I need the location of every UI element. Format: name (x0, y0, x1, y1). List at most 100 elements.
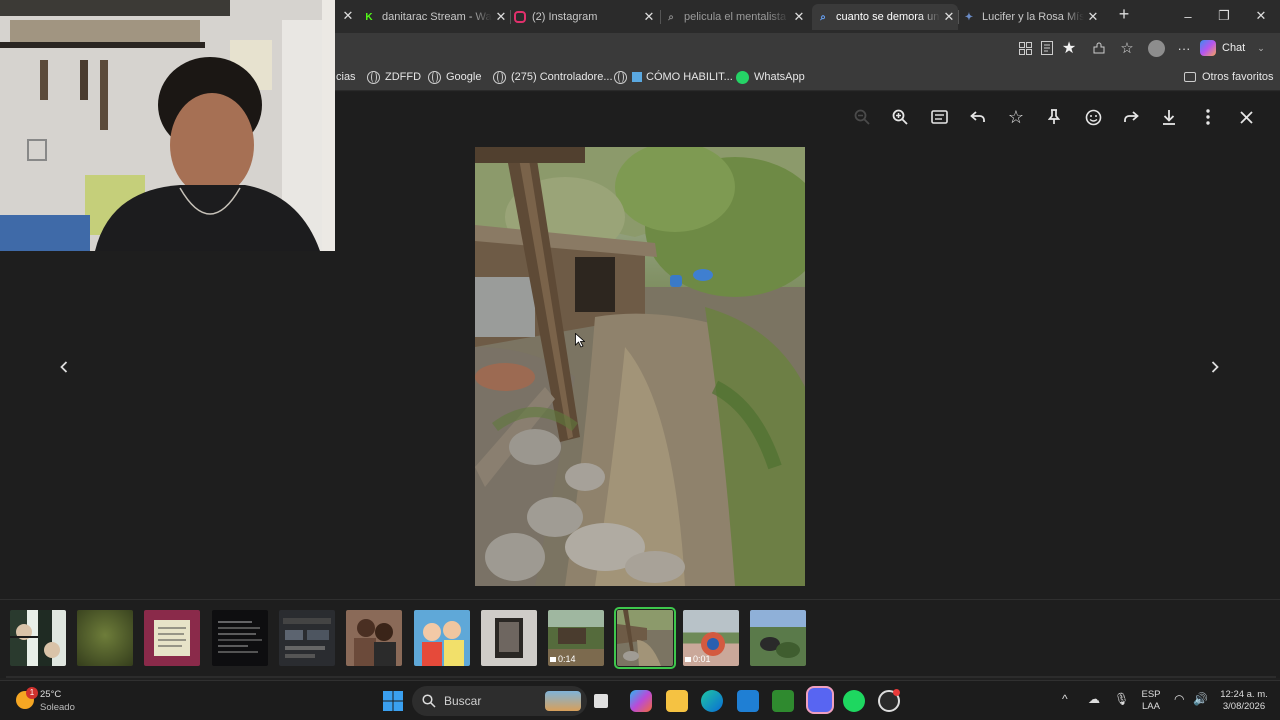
clock[interactable]: 12:24 a. m. 3/08/2026 (1216, 689, 1272, 713)
microphone-icon[interactable]: 🎙 (1114, 693, 1129, 705)
tab-close-icon[interactable]: ✕ (1084, 9, 1102, 25)
reply-icon[interactable] (967, 106, 989, 128)
weather-widget[interactable]: 1 25°C Soleado (14, 687, 114, 715)
extensions-icon[interactable] (1090, 39, 1108, 57)
bookmark-cias[interactable]: cias (336, 69, 356, 85)
thumbnail[interactable] (414, 610, 470, 666)
tab-kick-stream[interactable]: K danitarac Stream - Watc ✕ (362, 4, 510, 30)
weather-temperature: 25°C (40, 689, 62, 700)
minimize-button[interactable]: – (1170, 0, 1206, 32)
thumbnail[interactable] (279, 610, 335, 666)
weather-badge: 1 (26, 687, 38, 699)
favorites-icon[interactable]: ☆ (1118, 39, 1136, 57)
file-explorer-icon[interactable] (666, 690, 688, 712)
bookmark-whatsapp[interactable]: WhatsApp (736, 69, 805, 85)
copilot-icon (1200, 40, 1216, 56)
tab-close-icon[interactable]: ✕ (940, 9, 958, 25)
bookmark-zdffd[interactable]: ZDFFD (367, 69, 421, 85)
more-icon[interactable]: ··· (1175, 39, 1193, 57)
tab-close-icon[interactable]: ✕ (492, 9, 510, 25)
next-image-button[interactable] (1203, 355, 1227, 379)
thumbnail[interactable] (346, 610, 402, 666)
language-indicator[interactable]: ESP LAA (1138, 689, 1164, 713)
chevron-down-icon: ⌄ (1257, 42, 1265, 53)
tab-lucifer[interactable]: ✦ Lucifer y la Rosa Mística ✕ (962, 4, 1102, 30)
bookmark-como-habilitar[interactable]: CÓMO HABILIT... (614, 69, 733, 85)
more-vertical-icon[interactable] (1197, 106, 1219, 128)
new-tab-button[interactable]: + (1114, 4, 1134, 28)
thumbnail-video[interactable]: 0:01 (683, 610, 739, 666)
other-favorites-button[interactable]: Otros favoritos (1184, 69, 1274, 85)
profile-icon[interactable] (1147, 39, 1165, 57)
task-view-icon[interactable] (594, 694, 608, 708)
video-duration-badge: 0:14 (550, 654, 576, 664)
kick-icon: K (365, 11, 373, 23)
thumbnail-strip: 0:14 0:01 (0, 599, 1280, 678)
search-icon (422, 694, 436, 708)
folder-icon (1184, 72, 1196, 82)
volume-icon[interactable]: 🔊 (1193, 693, 1208, 705)
main-photo (475, 147, 805, 586)
thumbnail-scrollbar[interactable] (6, 676, 1276, 678)
show-hidden-icons-chevron[interactable]: ^ (1062, 693, 1068, 705)
thumbnail-video[interactable]: 0:14 (548, 610, 604, 666)
tab-close-button-partial[interactable]: ✕ (340, 8, 356, 24)
search-highlight-image (545, 691, 581, 711)
zoom-out-icon[interactable] (851, 106, 873, 128)
spotify-icon[interactable] (843, 690, 865, 712)
apps-icon[interactable] (1016, 39, 1034, 57)
caption-icon[interactable] (928, 106, 950, 128)
zoom-in-icon[interactable] (889, 106, 911, 128)
tab-close-icon[interactable]: ✕ (640, 9, 658, 25)
thumbnail[interactable] (212, 610, 268, 666)
mouse-cursor-icon (575, 332, 586, 353)
obs-recording-dot (893, 689, 900, 696)
previous-image-button[interactable] (52, 355, 76, 379)
minecraft-icon[interactable] (772, 690, 794, 712)
thumbnail[interactable] (144, 610, 200, 666)
edge-icon[interactable] (701, 690, 723, 712)
star-icon[interactable]: ☆ (1005, 106, 1027, 128)
tab-cuanto-search[interactable]: ⌕ cuanto se demora una p ✕ (812, 4, 958, 30)
video-duration-badge: 0:01 (685, 654, 711, 664)
forward-icon[interactable] (1120, 106, 1142, 128)
microsoft-store-icon[interactable] (737, 690, 759, 712)
close-icon[interactable] (1235, 106, 1257, 128)
bookmark-controladores[interactable]: (275) Controladore... (493, 69, 613, 85)
start-button[interactable] (382, 690, 404, 712)
wifi-icon[interactable]: ◠ (1174, 693, 1184, 705)
whatsapp-icon (736, 70, 749, 84)
tab-pelicula-search[interactable]: ⌕ pelicula el mentalista - B ✕ (664, 4, 808, 30)
star-icon: ✦ (964, 11, 974, 23)
webcam-overlay (0, 0, 335, 251)
discord-icon[interactable] (806, 686, 834, 714)
close-window-button[interactable]: ✕ (1243, 0, 1279, 32)
bookmark-google[interactable]: Google (428, 69, 481, 85)
cloud-sync-icon[interactable]: ☁ (1088, 693, 1100, 705)
globe-icon (493, 70, 506, 84)
globe-icon (428, 70, 441, 84)
search-icon: ⌕ (668, 11, 674, 23)
thumbnail-selected[interactable] (614, 607, 676, 669)
globe-icon (367, 70, 380, 84)
weather-description: Soleado (40, 702, 75, 713)
thumbnail[interactable] (10, 610, 66, 666)
windows-taskbar: 1 25°C Soleado Buscar ^ ☁ 🎙 ESP LAA ◠ 🔊 … (0, 680, 1280, 720)
globe-icon (614, 70, 627, 84)
reader-icon[interactable] (1038, 39, 1056, 57)
favorite-star-icon[interactable]: ★ (1060, 39, 1078, 57)
download-icon[interactable] (1158, 106, 1180, 128)
tab-close-icon[interactable]: ✕ (790, 9, 808, 25)
thumbnail[interactable] (481, 610, 537, 666)
taskbar-search[interactable]: Buscar (412, 686, 587, 716)
tab-instagram[interactable]: (2) Instagram ✕ (514, 4, 658, 30)
pin-icon[interactable] (1043, 106, 1065, 128)
search-icon: ⌕ (820, 11, 826, 23)
restore-button[interactable]: ❐ (1206, 0, 1242, 32)
emoji-icon[interactable] (1082, 106, 1104, 128)
thumbnail[interactable] (750, 610, 806, 666)
copilot-chat-button[interactable]: Chat ⌄ (1200, 37, 1265, 59)
microsoft-365-icon[interactable] (630, 690, 652, 712)
bookmark-thumb-icon (632, 72, 642, 82)
thumbnail[interactable] (77, 610, 133, 666)
